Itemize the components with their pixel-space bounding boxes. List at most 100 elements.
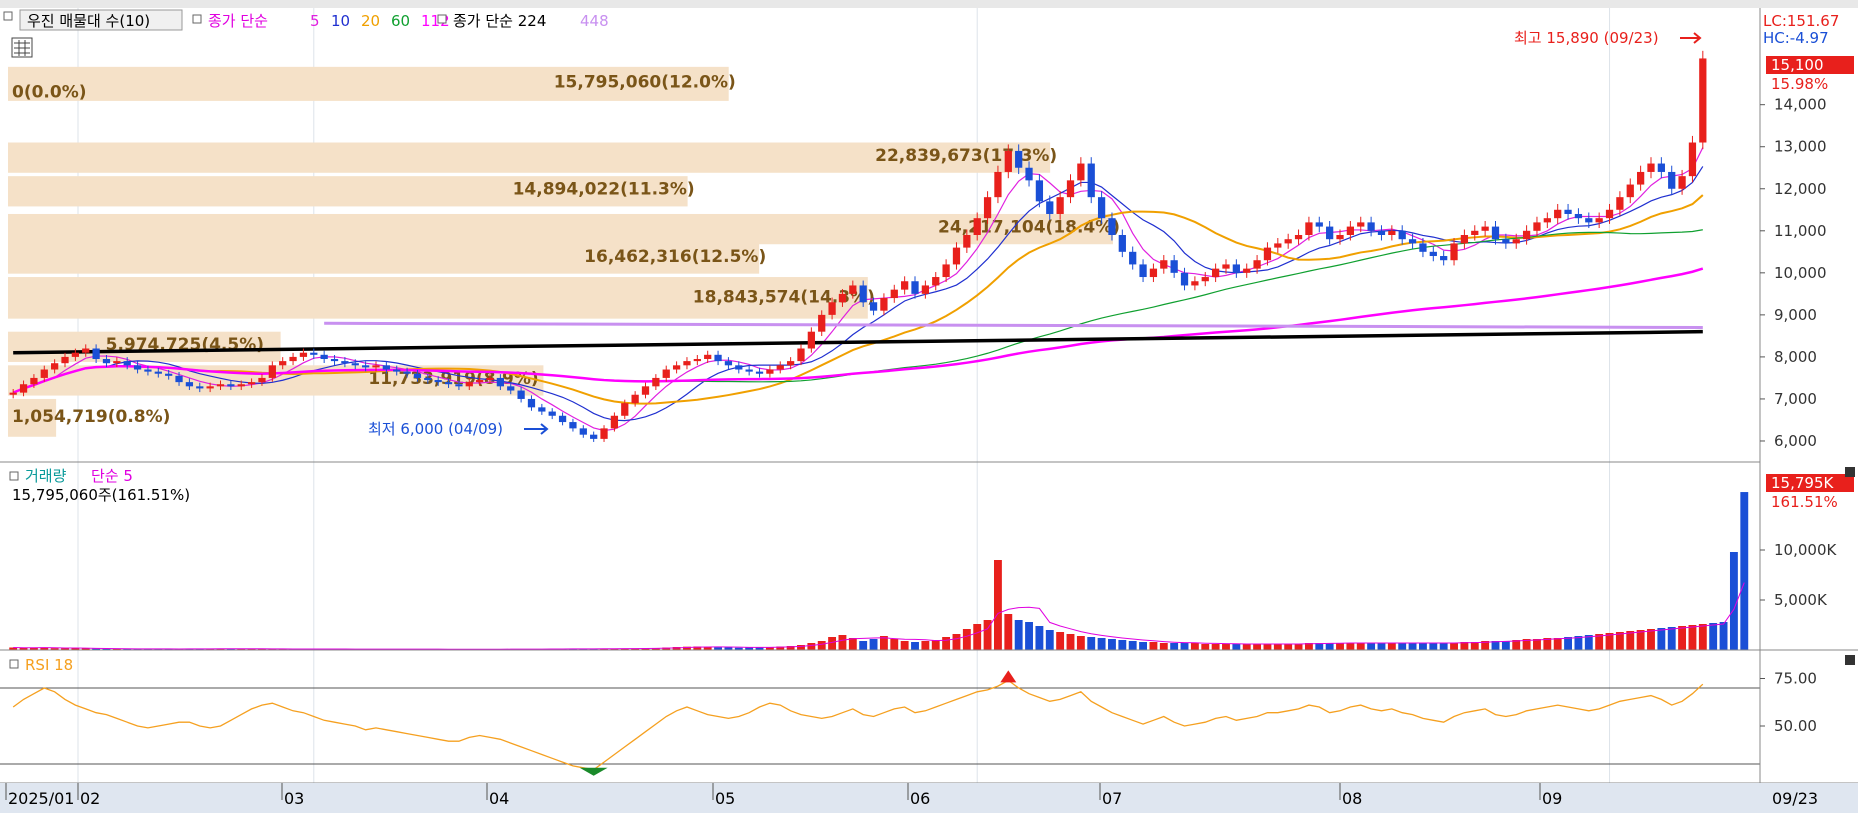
candle-body [1284, 239, 1292, 244]
candle-body [133, 365, 142, 370]
volume-bar [1004, 614, 1013, 650]
current-price-pct: 15.98% [1771, 75, 1828, 93]
candle-body [1253, 260, 1261, 269]
legend-ma-period: 60 [391, 12, 410, 30]
volume-bar [848, 638, 857, 650]
candle-body [455, 384, 463, 387]
candle-body [113, 361, 121, 364]
candle-body [206, 386, 214, 389]
volume-bar [869, 639, 878, 650]
price-tick-label: 11,000 [1774, 222, 1827, 240]
volume-profile-label: 14,894,022(11.3%) [513, 180, 695, 200]
volume-bar [1128, 641, 1137, 650]
candle-body [476, 380, 484, 383]
candle-body [1294, 235, 1303, 240]
candle-body [92, 348, 100, 360]
candle-body [1533, 222, 1541, 231]
candle-body [165, 373, 173, 376]
volume-bar [1076, 636, 1085, 650]
candle-body [175, 375, 183, 383]
candle-body [154, 371, 162, 374]
volume-bar [1408, 643, 1417, 650]
candle-body [1243, 268, 1251, 273]
candle-body [1357, 222, 1365, 227]
candle-body [496, 377, 505, 387]
candle-body [1440, 256, 1448, 261]
volume-bar [1626, 631, 1635, 650]
volume-bar [1190, 643, 1199, 650]
volume-bar [962, 629, 971, 650]
candle-body [413, 373, 422, 378]
top-scroll-strip [0, 0, 1858, 8]
price-tick-label: 9,000 [1774, 306, 1817, 324]
volume-legend-toggle-icon[interactable] [9, 471, 19, 481]
rsi-tick-label: 75.00 [1774, 670, 1817, 688]
volume-bar [994, 560, 1002, 650]
candle-body [1636, 171, 1645, 185]
volume-legend-title: 거래량 [25, 467, 67, 485]
volume-bar [1657, 628, 1666, 650]
candle-body [911, 281, 919, 294]
candle-body [1232, 264, 1240, 273]
candle-body [1543, 218, 1551, 223]
volume-bar [1025, 622, 1033, 650]
volume-bar [1294, 644, 1303, 650]
candle-body [755, 371, 764, 374]
volume-legend-value: 15,795,060주(161.51%) [12, 486, 190, 504]
candle-body [973, 218, 981, 235]
rsi-legend-toggle-icon[interactable] [9, 659, 19, 669]
rsi-legend-title: RSI 18 [25, 656, 73, 674]
candle-body [1605, 209, 1614, 219]
legend-title: 우진 매물대 수(10) [27, 12, 150, 30]
volume-bar [1118, 640, 1127, 650]
volume-bar [1533, 639, 1541, 650]
date-tick-label: 07 [1102, 789, 1122, 808]
candle-body [1056, 197, 1064, 214]
candle-body [1180, 272, 1189, 286]
date-tick-label: 06 [910, 789, 930, 808]
volume-bar [1222, 644, 1230, 650]
volume-bar [1709, 623, 1718, 650]
volume-bar [1553, 638, 1562, 650]
candle-body [1066, 180, 1075, 198]
legend-ma-toggle-icon[interactable] [192, 14, 202, 24]
candle-body [1139, 264, 1147, 278]
volume-bar [1740, 492, 1749, 650]
volume-bar [1056, 632, 1065, 650]
candle-body [1046, 201, 1054, 214]
candle-body [227, 384, 235, 387]
volume-tick-label: 5,000K [1774, 591, 1828, 609]
volume-bar [1377, 643, 1386, 650]
candle-body [82, 348, 90, 353]
volume-bar [1439, 643, 1448, 650]
volume-bar [1688, 625, 1697, 650]
candle-body [1211, 268, 1220, 278]
volume-bar [1346, 643, 1355, 650]
candle-body [662, 369, 670, 378]
legend-toggle-icon[interactable] [3, 11, 13, 21]
volume-bar [942, 637, 951, 650]
volume-bar [1035, 626, 1044, 650]
candle-body [1626, 184, 1634, 198]
legend-ma2-toggle-icon[interactable] [437, 14, 447, 24]
volume-bar [921, 641, 930, 650]
chart-background [0, 0, 1858, 813]
price-tick-label: 7,000 [1774, 390, 1817, 408]
candle-body [434, 380, 442, 383]
volume-bar [859, 641, 868, 650]
volume-bar [1242, 644, 1251, 650]
candle-body [71, 352, 80, 357]
candle-body [61, 356, 69, 364]
candle-body [942, 264, 950, 278]
candle-body [818, 314, 826, 332]
candle-body [444, 382, 453, 385]
volume-bar [1450, 643, 1458, 650]
volume-bar [1636, 630, 1645, 650]
rsi-close-icon[interactable] [1845, 655, 1855, 665]
date-tick-label: 03 [284, 789, 304, 808]
candle-body [610, 415, 619, 429]
volume-close-icon[interactable] [1845, 467, 1855, 477]
candle-body [247, 382, 256, 385]
volume-bar [890, 639, 899, 650]
candle-body [279, 361, 287, 366]
